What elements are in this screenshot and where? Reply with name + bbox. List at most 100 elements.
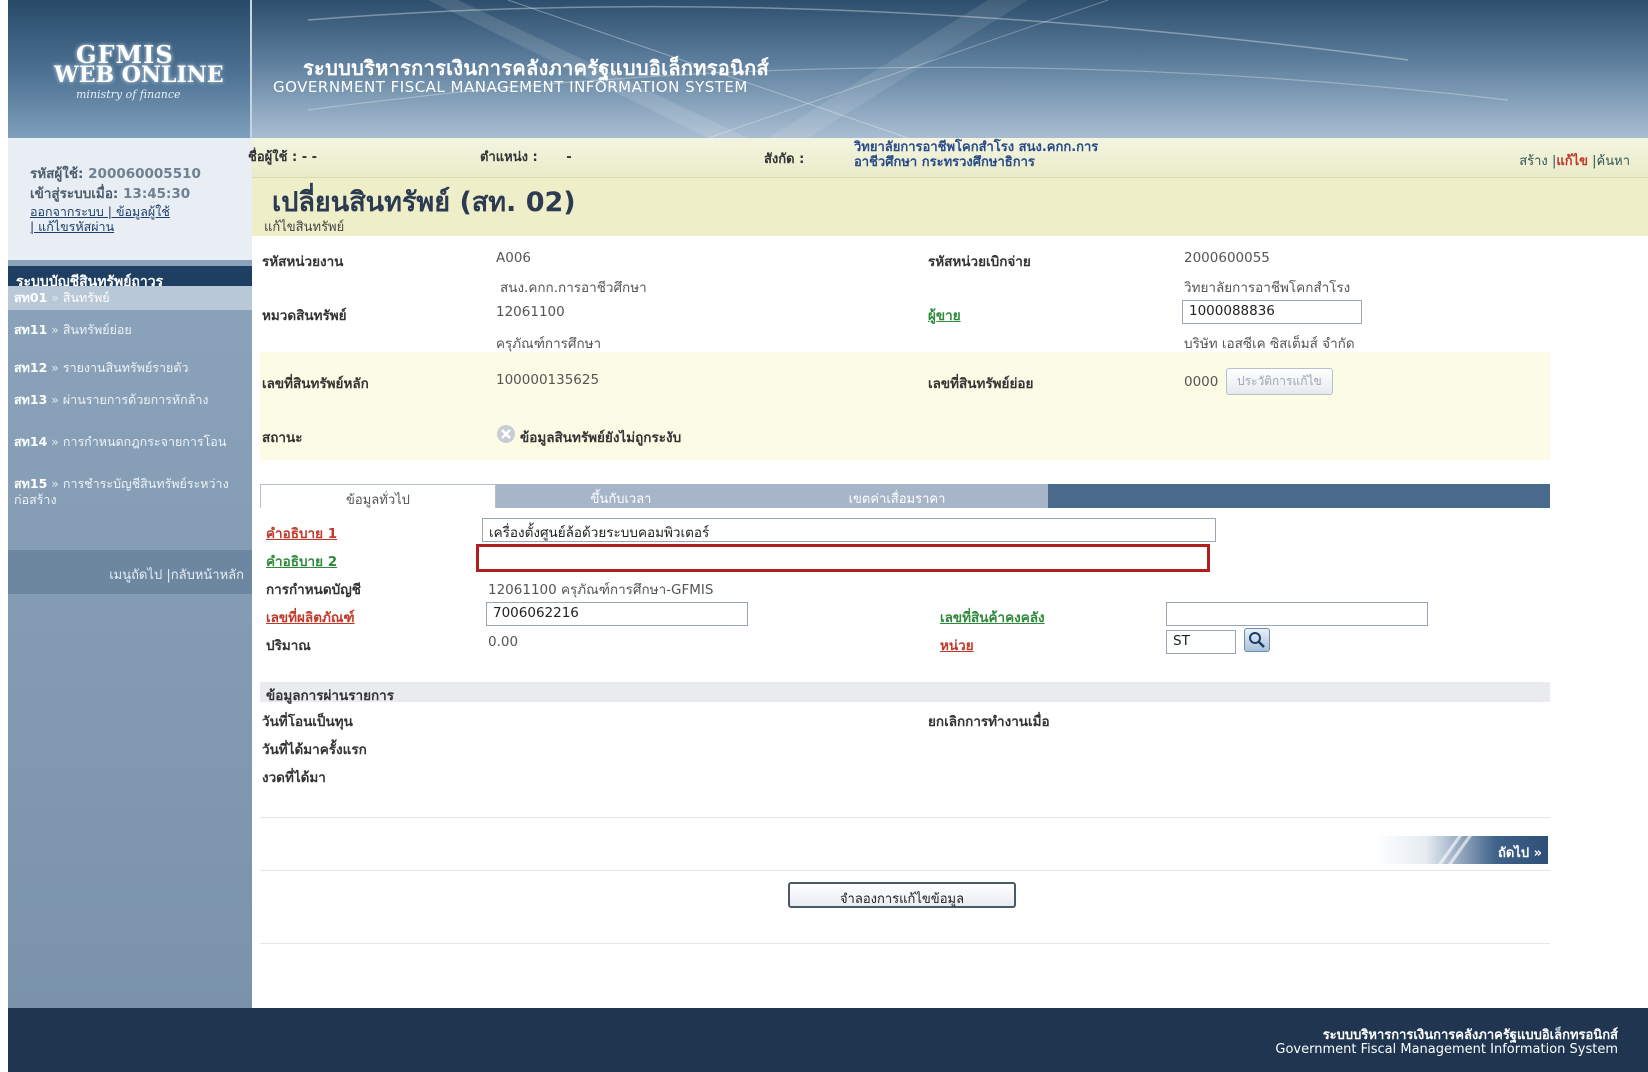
menu-item-label: การกำหนดกฎกระจายการโอน	[62, 434, 227, 449]
menu-item-code: สท01	[14, 290, 48, 305]
edit-history-button[interactable]: ประวัติการแก้ไข	[1226, 368, 1333, 395]
simulate-edit-button[interactable]: จำลองการแก้ไขข้อมูล	[788, 882, 1016, 908]
user-id-row: รหัสผู้ใช้: 200060005510	[30, 164, 252, 184]
login-time-row: เข้าสู่ระบบเมื่อ: 13:45:30	[30, 184, 252, 204]
agency-code-value: A006	[496, 250, 532, 266]
menu-item-st13[interactable]: สท13 » ผ่านรายการด้วยการหักล้าง	[8, 392, 252, 408]
menu-item-st15[interactable]: สท15 » การชำระบัญชีสินทรัพย์ระหว่างก่อสร…	[8, 476, 252, 508]
posting-section-title: ข้อมูลการผ่านรายการ	[266, 688, 394, 704]
topbar-user-label: ชื่อผู้ใช้ :	[248, 150, 298, 165]
main-asset-value: 100000135625	[496, 372, 600, 388]
topbar-user-value: - -	[301, 150, 318, 165]
description-1-link[interactable]: คำอธิบาย 1	[266, 522, 337, 544]
unit-search-button[interactable]	[1244, 628, 1270, 652]
logo-text-web-online: WEB ONLINE	[54, 62, 224, 88]
menu-item-label: รายงานสินทรัพย์รายตัว	[62, 360, 189, 375]
menu-item-code: สท14	[14, 434, 48, 449]
logout-userinfo-link[interactable]: ออกจากระบบ | ข้อมูลผู้ใช้	[30, 204, 252, 219]
menu-item-st01[interactable]: สท01 » สินทรัพย์	[8, 286, 252, 310]
menu-item-label: ผ่านรายการด้วยการหักล้าง	[62, 392, 209, 407]
menu-item-code: สท15	[14, 476, 48, 491]
status-cross-icon	[497, 425, 515, 443]
menu-item-code: สท12	[14, 360, 48, 375]
agency-name: สนง.คกก.การอาชีวศึกษา	[500, 280, 647, 296]
action-create-link[interactable]: สร้าง	[1519, 154, 1548, 169]
action-edit-link[interactable]: แก้ไข	[1556, 154, 1588, 169]
asset-category-code: 12061100	[496, 304, 565, 320]
menu-item-code: สท11	[14, 322, 48, 337]
user-id-label: รหัสผู้ใช้:	[30, 166, 84, 182]
account-assignment-label: การกำหนดบัญชี	[266, 582, 361, 598]
header-decoration	[307, 0, 1509, 138]
user-topbar: ชื่อผู้ใช้ : - - ตำแหน่ง : - สังกัด : วิ…	[248, 138, 1648, 178]
first-acquisition-label: วันที่ได้มาครั้งแรก	[262, 742, 367, 758]
menu-next-home-link[interactable]: เมนูถัดไป |กลับหน้าหลัก	[109, 564, 244, 585]
posting-section-spacer	[260, 788, 1550, 818]
disbursement-unit-code: 2000600055	[1184, 250, 1270, 266]
menu-item-st11[interactable]: สท11 » สินทรัพย์ย่อย	[8, 322, 252, 338]
description-2-field[interactable]	[476, 544, 1210, 572]
menu-item-st14[interactable]: สท14 » การกำหนดกฎกระจายการโอน	[8, 434, 252, 450]
inventory-number-link[interactable]: เลขที่สินค้าคงคลัง	[940, 606, 1045, 628]
unit-field[interactable]: ST	[1166, 630, 1236, 654]
page-titlebar: เปลี่ยนสินทรัพย์ (สท. 02) แก้ไขสินทรัพย์	[252, 178, 1648, 236]
inventory-number-field[interactable]	[1166, 602, 1428, 626]
tab-general[interactable]: ข้อมูลทั่วไป	[260, 484, 496, 508]
menu-item-code: สท13	[14, 392, 48, 407]
status-value: ข้อมูลสินทรัพย์ยังไม่ถูกระงับ	[520, 430, 682, 446]
deactivation-date-label: ยกเลิกการทำงานเมื่อ	[928, 714, 1050, 730]
user-info-box: รหัสผู้ใช้: 200060005510 เข้าสู่ระบบเมื่…	[8, 138, 252, 260]
menu-bottom-bar: เมนูถัดไป |กลับหน้าหลัก	[8, 550, 252, 594]
capitalized-date-label: วันที่โอนเป็นทุน	[262, 714, 353, 730]
org-line-1: วิทยาลัยการอาชีพโคกสำโรง สนง.คกก.การ	[854, 140, 1099, 155]
topbar-position-label: ตำแหน่ง :	[480, 150, 538, 165]
description-2-link[interactable]: คำอธิบาย 2	[266, 550, 337, 572]
vendor-code-field[interactable]: 1000088836	[1182, 300, 1362, 324]
product-number-link[interactable]: เลขที่ผลิตภัณฑ์	[266, 606, 355, 628]
tab-time-dependent[interactable]: ขึ้นกับเวลา	[496, 484, 746, 508]
next-stripes-icon	[1438, 836, 1472, 864]
topbar-position-value: -	[566, 150, 572, 165]
product-number-field[interactable]: 7006062216	[486, 602, 748, 626]
status-label: สถานะ	[262, 430, 303, 446]
topbar-actions: สร้าง |แก้ไข |ค้นหา	[1519, 154, 1630, 169]
footer-title-en: Government Fiscal Management Information…	[1275, 1042, 1618, 1057]
tab-depreciation[interactable]: เขตค่าเสื่อมราคา	[746, 484, 1048, 508]
disbursement-unit-label: รหัสหน่วยเบิกจ่าย	[928, 254, 1031, 270]
main-content: รหัสหน่วยงาน A006 รหัสหน่วยเบิกจ่าย 2000…	[260, 248, 1640, 958]
menu-item-st12[interactable]: สท12 » รายงานสินทรัพย์รายตัว	[8, 360, 252, 376]
logo-text-ministry: ministry of finance	[76, 88, 181, 101]
description-1-field[interactable]: เครื่องตั้งศูนย์ล้อด้วยระบบคอมพิวเตอร์	[482, 518, 1216, 542]
page-subtitle: แก้ไขสินทรัพย์	[264, 220, 345, 235]
divider	[260, 870, 1550, 871]
user-id-value: 200060005510	[88, 166, 201, 182]
tab-bar: ข้อมูลทั่วไป ขึ้นกับเวลา เขตค่าเสื่อมราค…	[260, 484, 1550, 508]
asset-status-band	[260, 352, 1550, 460]
agency-code-label: รหัสหน่วยงาน	[262, 254, 344, 270]
account-assignment-value: 12061100 ครุภัณฑ์การศึกษา-GFMIS	[488, 582, 714, 598]
topbar-position: ตำแหน่ง : -	[480, 146, 572, 167]
menu-item-label: สินทรัพย์ย่อย	[62, 322, 132, 337]
asset-category-name: ครุภัณฑ์การศึกษา	[496, 336, 602, 352]
acquisition-period-label: งวดที่ได้มา	[262, 770, 326, 786]
header-banner: GFMIS WEB ONLINE ministry of finance ระบ…	[8, 0, 1648, 138]
vendor-link[interactable]: ผู้ขาย	[928, 304, 961, 326]
login-time-label: เข้าสู่ระบบเมื่อ:	[30, 186, 119, 202]
quantity-value: 0.00	[488, 634, 519, 650]
footer: ระบบบริหารการเงินการคลังภาครัฐแบบอิเล็กท…	[8, 1008, 1648, 1072]
sub-asset-label: เลขที่สินทรัพย์ย่อย	[928, 376, 1034, 392]
disbursement-unit-name: วิทยาลัยการอาชีพโคกสำโรง	[1184, 280, 1351, 296]
topbar-org-label: สังกัด :	[764, 152, 805, 167]
system-title-en: GOVERNMENT FISCAL MANAGEMENT INFORMATION…	[273, 78, 748, 96]
magnifier-icon	[1249, 632, 1265, 648]
unit-link[interactable]: หน่วย	[940, 634, 974, 656]
main-asset-label: เลขที่สินทรัพย์หลัก	[262, 376, 369, 392]
change-password-link[interactable]: | แก้ไขรหัสผ่าน	[30, 219, 252, 234]
next-button[interactable]: ถัดไป »	[1374, 836, 1548, 864]
sidebar: รหัสผู้ใช้: 200060005510 เข้าสู่ระบบเมื่…	[8, 138, 252, 1008]
next-button-label: ถัดไป »	[1497, 846, 1542, 861]
gfmis-logo: GFMIS WEB ONLINE ministry of finance	[8, 0, 252, 138]
vendor-name: บริษัท เอสซีเค ซิสเต็มส์ จำกัด	[1184, 336, 1355, 352]
action-search-link[interactable]: ค้นหา	[1597, 154, 1630, 169]
org-line-2: อาชีวศึกษา กระทรวงศึกษาธิการ	[854, 155, 1035, 170]
